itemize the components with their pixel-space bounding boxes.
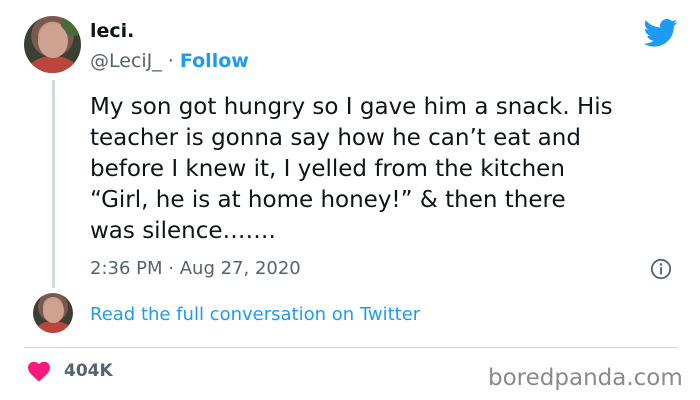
info-icon[interactable] [650,258,672,280]
tweet-text: My son got hungry so I gave him a snack.… [90,92,690,247]
tweet-text-line: was silence……. [90,218,276,244]
conversation-avatar [33,293,73,333]
author-handle-row: @LeciJ_ · Follow [90,50,249,72]
author-handle[interactable]: @LeciJ_ [90,50,162,72]
heart-icon[interactable] [27,360,51,382]
thread-line [52,80,55,288]
like-count: 404K [64,361,113,381]
author-avatar[interactable] [24,16,81,73]
tweet-card: leci. @LeciJ_ · Follow My son got hungry… [0,0,700,400]
tweet-text-line: teacher is gonna say how he can’t eat an… [90,125,581,151]
tweet-time: 2:36 PM [90,258,163,279]
watermark: boredpanda.com [488,365,683,391]
tweet-timestamp[interactable]: 2:36 PM · Aug 27, 2020 [90,258,301,279]
timestamp-separator: · [168,258,174,279]
divider [24,347,678,348]
author-display-name[interactable]: leci. [90,20,134,42]
read-conversation-link[interactable]: Read the full conversation on Twitter [90,304,420,325]
twitter-bird-icon[interactable] [644,18,678,48]
tweet-text-line: “Girl, he is at home honey!” & then ther… [90,187,566,213]
tweet-text-line: before I knew it, I yelled from the kitc… [90,156,565,182]
tweet-date: Aug 27, 2020 [179,258,301,279]
follow-button[interactable]: Follow [180,50,249,72]
tweet-text-line: My son got hungry so I gave him a snack.… [90,94,613,120]
handle-separator: · [167,50,174,72]
